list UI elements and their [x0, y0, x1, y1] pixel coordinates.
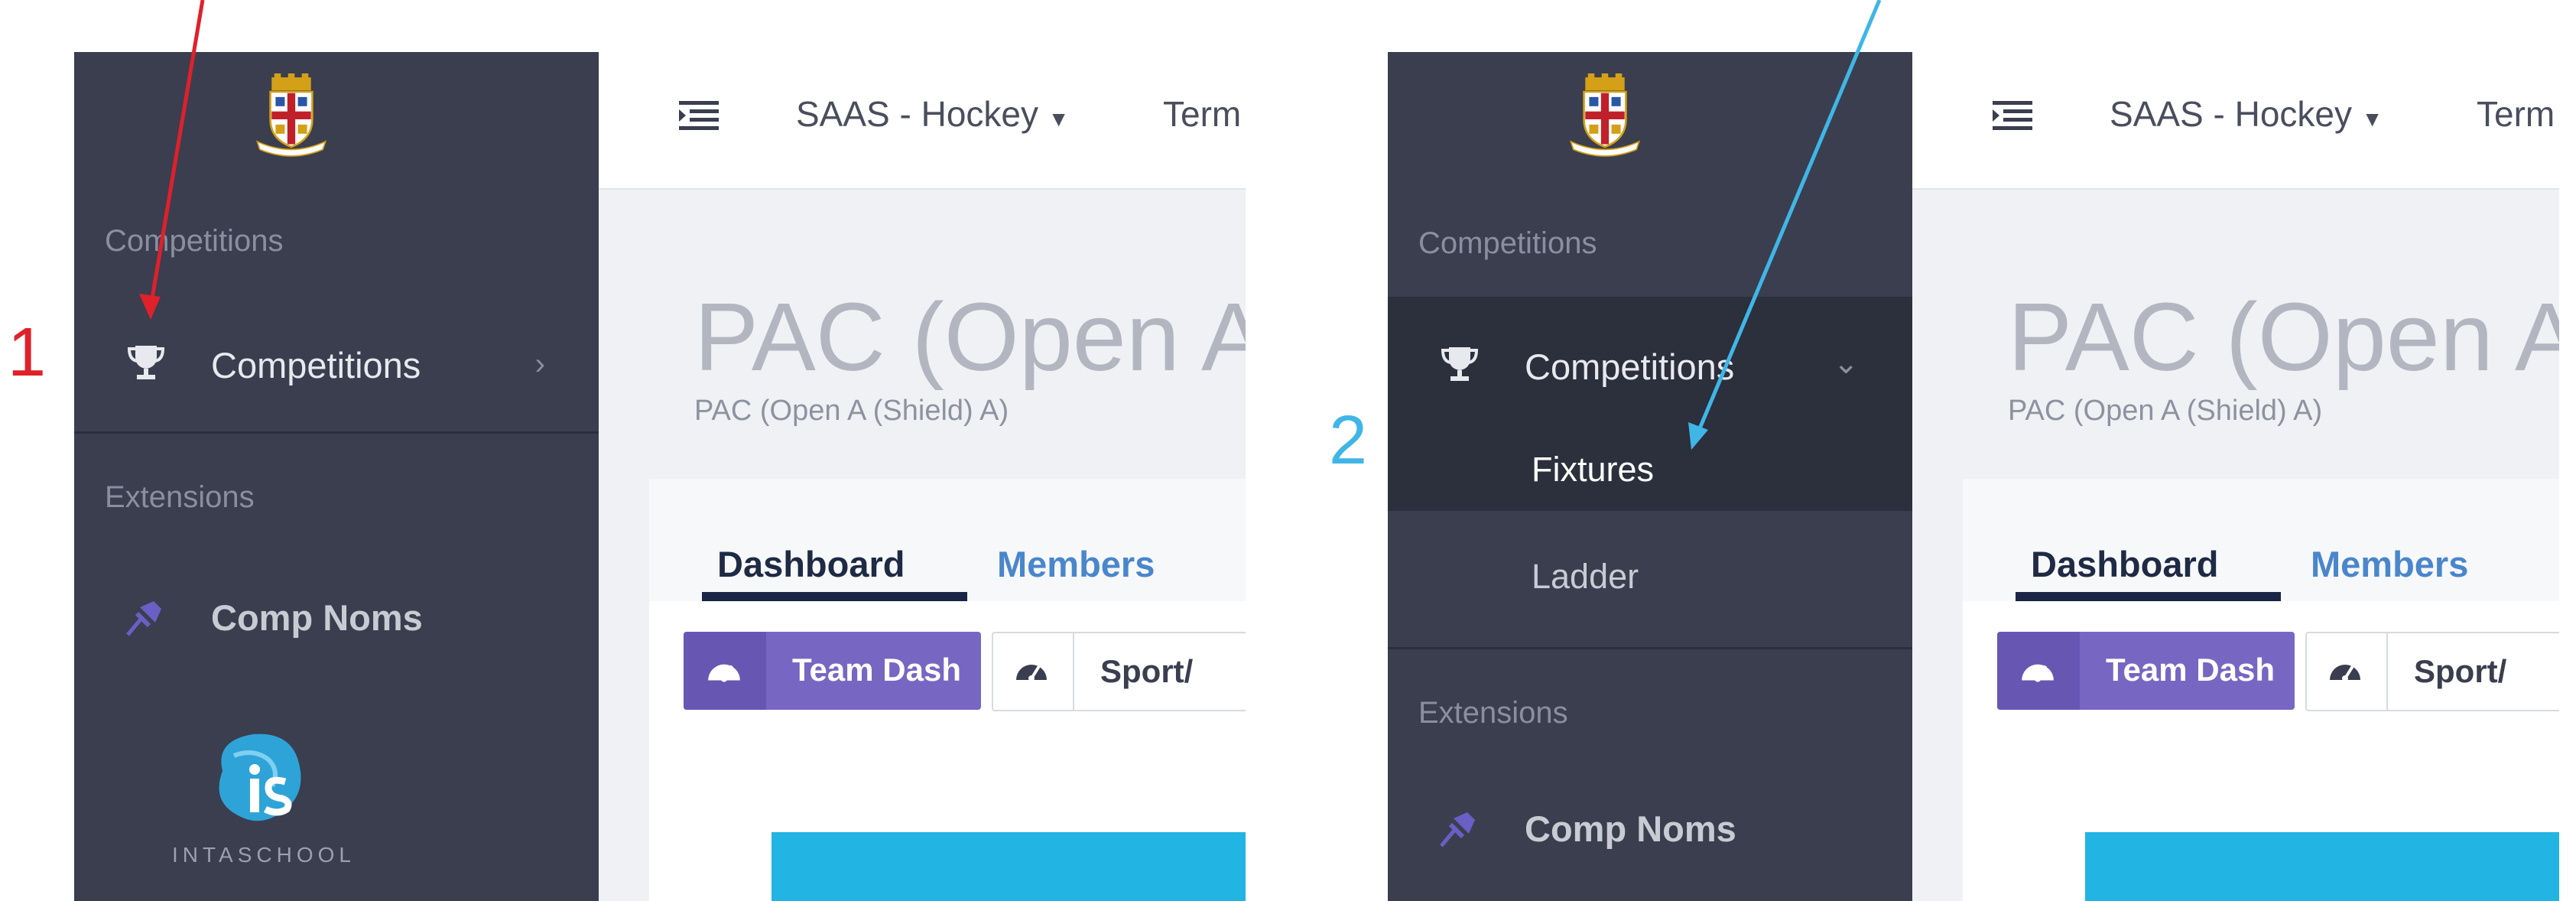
caret-down-icon: ▼ — [1048, 107, 1070, 131]
screenshot-panel-1: Competitions Competitions › Extensions C… — [74, 52, 1246, 901]
cyan-banner — [772, 832, 1246, 901]
divider — [1388, 647, 1912, 649]
tab-dashboard[interactable]: Dashboard — [2031, 543, 2219, 585]
section-label-extensions: Extensions — [105, 480, 255, 514]
sidebar-item-competitions[interactable]: Competitions ⌄ — [1388, 329, 1912, 405]
active-tab-indicator — [702, 592, 967, 601]
sport-label: Sport/ — [1100, 653, 1194, 689]
term-selector[interactable]: Term — [1163, 93, 1241, 135]
dashboard-gauge-icon — [705, 652, 743, 690]
sidebar-subitem-ladder[interactable]: Ladder — [1388, 542, 1912, 610]
sidebar-item-comp-noms[interactable]: Comp Noms — [1388, 791, 1912, 867]
sidebar-item-competitions[interactable]: Competitions › — [74, 327, 599, 404]
section-label-competitions: Competitions — [1418, 226, 1597, 260]
main-content: SAAS - Hockey ▼ Term PAC (Open A PAC (Op… — [599, 52, 1246, 901]
sidebar-subitem-label: Ladder — [1532, 557, 1639, 596]
sidebar-subitem-label: Fixtures — [1532, 450, 1655, 489]
sidebar-item-label: Competitions — [211, 345, 421, 385]
sport-button[interactable]: Sport/ — [992, 632, 1246, 711]
screenshot-panel-2: Competitions Competitions ⌄ Fixtures Lad… — [1388, 52, 2559, 901]
page-title: PAC (Open A — [694, 283, 1246, 391]
sidebar-item-comp-noms[interactable]: Comp Noms — [74, 580, 599, 656]
cyan-banner — [2085, 832, 2559, 901]
divider — [74, 431, 599, 434]
top-bar: SAAS - Hockey ▼ Term — [1912, 52, 2559, 190]
chevron-down-icon: ⌄ — [1833, 346, 1859, 380]
team-dash-label: Team Dash — [792, 652, 961, 688]
step-number-2: 2 — [1329, 402, 1368, 479]
pin-icon — [1434, 805, 1480, 851]
sport-label: Sport/ — [2414, 653, 2507, 689]
page-subtitle: PAC (Open A (Shield) A) — [694, 395, 1009, 427]
caret-down-icon: ▼ — [2361, 107, 2383, 131]
page-title: PAC (Open A — [2008, 283, 2559, 391]
team-dash-label: Team Dash — [2106, 652, 2275, 688]
intaschool-logo — [219, 733, 301, 821]
dashboard-gauge-icon — [2328, 663, 2362, 683]
button-separator — [2386, 633, 2388, 710]
site-selector-label: SAAS - Hockey — [2110, 94, 2352, 134]
dashboard-gauge-icon — [1015, 663, 1048, 683]
main-content: SAAS - Hockey ▼ Term PAC (Open A PAC (Op… — [1912, 52, 2559, 901]
school-crest-logo — [1570, 73, 1640, 158]
menu-toggle-icon[interactable] — [1993, 101, 2032, 132]
step-number-1: 1 — [8, 314, 47, 391]
pin-icon — [120, 594, 166, 639]
site-selector-label: SAAS - Hockey — [796, 94, 1038, 134]
sidebar-item-label: Comp Noms — [1525, 808, 1736, 849]
trophy-icon — [128, 344, 164, 381]
section-label-extensions: Extensions — [1418, 696, 1568, 730]
sidebar-item-label: Comp Noms — [211, 597, 423, 638]
logo-text: INTASCHOOL — [172, 843, 356, 867]
active-tab-indicator — [2016, 592, 2281, 601]
team-dash-button[interactable]: Team Dash — [684, 632, 981, 710]
school-crest-logo — [256, 73, 326, 158]
sport-button[interactable]: Sport/ — [2305, 632, 2559, 711]
site-selector-dropdown[interactable]: SAAS - Hockey ▼ — [796, 93, 1070, 135]
site-selector-dropdown[interactable]: SAAS - Hockey ▼ — [2110, 93, 2383, 135]
dashboard-gauge-icon — [2019, 652, 2057, 690]
tab-members[interactable]: Members — [2311, 543, 2468, 585]
section-label-competitions: Competitions — [105, 224, 284, 258]
top-bar: SAAS - Hockey ▼ Term — [599, 52, 1246, 190]
sidebar: Competitions Competitions › Extensions C… — [74, 52, 599, 901]
term-selector[interactable]: Term — [2477, 93, 2555, 135]
menu-toggle-icon[interactable] — [679, 101, 719, 132]
page-subtitle: PAC (Open A (Shield) A) — [2008, 395, 2323, 427]
button-separator — [1073, 633, 1074, 710]
tab-bar: Dashboard Members — [649, 479, 1246, 601]
trophy-icon — [1441, 346, 1478, 382]
team-dash-button[interactable]: Team Dash — [1997, 632, 2295, 710]
sidebar: Competitions Competitions ⌄ Fixtures Lad… — [1388, 52, 1912, 901]
tab-dashboard[interactable]: Dashboard — [717, 543, 905, 585]
chevron-right-icon: › — [534, 347, 545, 381]
sidebar-subitem-fixtures[interactable]: Fixtures — [1388, 434, 1912, 503]
sidebar-item-label: Competitions — [1525, 346, 1735, 387]
tab-bar: Dashboard Members — [1963, 479, 2559, 601]
tab-members[interactable]: Members — [997, 543, 1155, 585]
